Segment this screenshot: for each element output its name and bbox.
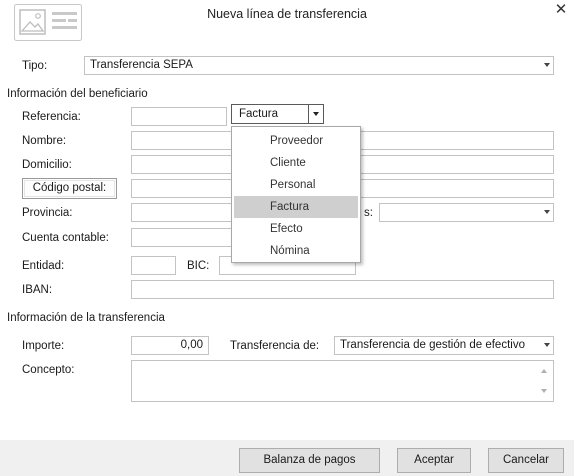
chevron-down-icon <box>544 210 550 214</box>
referencia-type-value: Factura <box>239 108 278 120</box>
menu-item-nomina[interactable]: Nómina <box>234 240 358 262</box>
entidad-label: Entidad: <box>22 260 65 272</box>
transferencia-de-select[interactable]: Transferencia de gestión de efectivo <box>334 336 554 355</box>
dialog-header: Nueva línea de transferencia ✕ <box>0 0 574 48</box>
importe-input[interactable]: 0,00 <box>131 336 209 355</box>
pais-label: s: <box>364 207 373 219</box>
importe-label: Importe: <box>22 340 65 352</box>
chevron-down-icon <box>544 343 550 347</box>
referencia-label: Referencia: <box>22 111 81 123</box>
transferencia-section-title: Información de la transferencia <box>7 312 165 324</box>
chevron-down-icon <box>544 63 550 67</box>
cuenta-contable-label: Cuenta contable: <box>22 232 109 244</box>
concepto-textarea[interactable] <box>131 360 554 402</box>
iban-input[interactable] <box>131 280 554 299</box>
balanza-pagos-button[interactable]: Balanza de pagos <box>239 448 380 473</box>
chevron-down-icon[interactable] <box>308 105 323 123</box>
aceptar-button[interactable]: Aceptar <box>397 448 471 473</box>
tipo-select[interactable]: Transferencia SEPA <box>84 56 554 75</box>
transferencia-de-label: Transferencia de: <box>230 340 320 352</box>
dialog-footer: Balanza de pagos Aceptar Cancelar <box>0 440 574 476</box>
bic-label: BIC: <box>187 260 210 272</box>
tipo-value: Transferencia SEPA <box>90 59 193 71</box>
pais-select[interactable] <box>379 203 554 222</box>
menu-item-factura[interactable]: Factura <box>234 196 358 218</box>
close-icon[interactable]: ✕ <box>553 2 569 18</box>
domicilio-label: Domicilio: <box>22 159 72 171</box>
codigo-postal-button[interactable]: Código postal: <box>22 178 117 199</box>
menu-item-efecto[interactable]: Efecto <box>234 218 358 240</box>
referencia-input[interactable] <box>131 107 227 126</box>
iban-label: IBAN: <box>22 284 53 296</box>
scroll-up-icon[interactable] <box>541 369 547 373</box>
menu-item-cliente[interactable]: Cliente <box>234 152 358 174</box>
scroll-down-icon[interactable] <box>541 389 547 393</box>
referencia-type-select[interactable]: Factura <box>231 104 324 124</box>
cancelar-button[interactable]: Cancelar <box>488 448 564 473</box>
provincia-label: Provincia: <box>22 207 73 219</box>
transferencia-de-value: Transferencia de gestión de efectivo <box>340 339 525 351</box>
tipo-label: Tipo: <box>22 60 48 72</box>
concepto-label: Concepto: <box>22 364 75 376</box>
beneficiario-section-title: Información del beneficiario <box>7 88 148 100</box>
menu-item-proveedor[interactable]: Proveedor <box>234 130 358 152</box>
entidad-input[interactable] <box>131 256 176 275</box>
menu-item-personal[interactable]: Personal <box>234 174 358 196</box>
referencia-type-menu: Proveedor Cliente Personal Factura Efect… <box>231 126 361 263</box>
dialog-title: Nueva línea de transferencia <box>207 7 367 21</box>
nombre-label: Nombre: <box>22 135 67 147</box>
